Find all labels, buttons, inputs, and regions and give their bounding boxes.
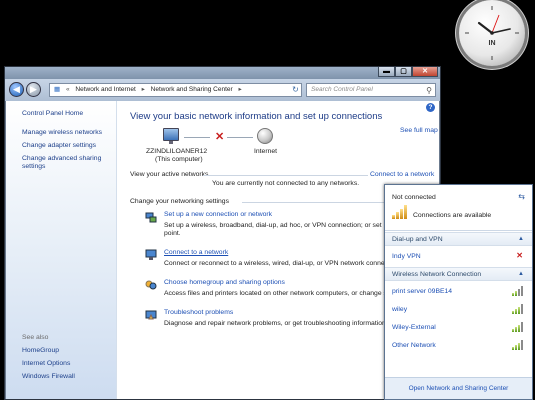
open-network-center-link[interactable]: Open Network and Sharing Center	[385, 377, 532, 399]
connect-network-icon	[145, 249, 157, 260]
task-setup-connection-link[interactable]: Set up a new connection or network	[164, 211, 272, 219]
see-full-map-link[interactable]: See full map	[400, 127, 438, 135]
breadcrumb-separator-icon: ▸	[141, 86, 145, 93]
back-button[interactable]: ◀	[9, 82, 24, 97]
forward-arrow-icon: ▶	[30, 84, 37, 94]
minimize-button[interactable]: ▬	[378, 67, 395, 77]
sidebar-item-control-panel-home[interactable]: Control Panel Home	[22, 110, 114, 118]
sidebar-item-advanced-sharing[interactable]: Change advanced sharing settings	[22, 155, 114, 171]
not-connected-message: You are currently not connected to any n…	[212, 180, 360, 187]
control-panel-icon: ▦	[54, 86, 61, 93]
vpn-item[interactable]: Indy VPN ✕	[385, 248, 532, 266]
address-bar[interactable]: ▦ « Network and Internet ▸ Network and S…	[49, 83, 302, 97]
search-icon: ⚲	[426, 86, 432, 95]
task-connect-network-link[interactable]: Connect to a network	[164, 249, 228, 257]
computer-name: ZZINDLILOANER12	[146, 148, 208, 155]
network-line	[227, 137, 253, 138]
sidebar-item-adapter-settings[interactable]: Change adapter settings	[22, 142, 114, 150]
breadcrumb-separator-icon: ▸	[238, 86, 242, 93]
disconnected-x-icon: ✕	[215, 131, 225, 143]
connection-status: Not connected	[392, 194, 436, 201]
network-flyout: Not connected ⇆ Connections are availabl…	[384, 184, 533, 400]
internet-label: Internet	[254, 148, 278, 155]
back-arrow-icon: ◀	[13, 84, 20, 94]
help-icon[interactable]: ?	[426, 103, 435, 112]
clock-mark: IN	[488, 40, 496, 47]
dialup-vpn-label: Dial-up and VPN	[392, 236, 443, 243]
available-signal-icon	[392, 205, 408, 219]
divider	[203, 175, 368, 176]
search-placeholder: Search Control Panel	[311, 86, 373, 93]
refresh-networks-icon[interactable]: ⇆	[518, 193, 525, 201]
maximize-button[interactable]: ▢	[395, 67, 412, 77]
wifi-network-item[interactable]: wiley	[385, 301, 532, 319]
see-also-label: See also	[22, 334, 49, 341]
wifi-network-item[interactable]: print server 09BE14	[385, 283, 532, 301]
breadcrumb-network-and-sharing-center[interactable]: Network and Sharing Center	[151, 86, 233, 93]
internet-globe-icon	[257, 128, 273, 144]
sidebar-item-internet-options[interactable]: Internet Options	[22, 360, 114, 368]
network-line	[184, 137, 210, 138]
wifi-network-name: wiley	[392, 306, 408, 313]
navigation-bar: ◀ ▶ ▦ « Network and Internet ▸ Network a…	[5, 79, 440, 101]
task-connect-network-desc: Connect or reconnect to a wireless, wire…	[164, 260, 399, 267]
change-settings-label: Change your networking settings	[130, 198, 229, 205]
new-connection-icon	[145, 212, 157, 223]
sidebar: Control Panel Home Manage wireless netwo…	[6, 101, 117, 399]
task-setup-connection-desc: Set up a wireless, broadband, dial-up, a…	[164, 222, 382, 229]
search-input[interactable]: Search Control Panel ⚲	[306, 83, 436, 97]
sidebar-item-homegroup[interactable]: HomeGroup	[22, 347, 114, 355]
close-button[interactable]: ✕	[412, 67, 438, 77]
wifi-signal-icon	[511, 340, 523, 350]
active-networks-label: View your active networks	[130, 171, 209, 178]
breadcrumb-separator-icon: «	[65, 86, 70, 93]
wifi-network-name: Other Network	[392, 342, 436, 349]
vpn-name: Indy VPN	[392, 253, 421, 260]
clock-gadget[interactable]: IN	[459, 0, 525, 66]
wifi-network-item[interactable]: Other Network	[385, 337, 532, 355]
computer-icon	[163, 128, 179, 141]
troubleshoot-icon	[145, 310, 157, 320]
wifi-signal-icon	[511, 304, 523, 314]
task-homegroup-desc: Access files and printers located on oth…	[164, 290, 403, 297]
forward-button[interactable]: ▶	[26, 82, 41, 97]
task-troubleshoot-desc: Diagnose and repair network problems, or…	[164, 320, 388, 327]
task-homegroup-link[interactable]: Choose homegroup and sharing options	[164, 279, 285, 287]
refresh-icon: ↻	[292, 85, 299, 94]
collapse-chevron-icon: ▲	[518, 236, 524, 242]
content-area: Control Panel Home Manage wireless netwo…	[6, 101, 439, 399]
wifi-signal-icon	[511, 322, 523, 332]
computer-stand-icon	[169, 141, 173, 144]
task-setup-connection-desc-2: point.	[164, 230, 181, 237]
title-bar[interactable]: ▬ ▢ ✕	[5, 67, 440, 79]
vpn-disconnected-icon: ✕	[516, 251, 523, 260]
task-troubleshoot-link[interactable]: Troubleshoot problems	[164, 309, 233, 317]
wifi-network-item[interactable]: Wiley-External	[385, 319, 532, 337]
page-title: View your basic network information and …	[130, 111, 383, 122]
connect-to-network-link[interactable]: Connect to a network	[370, 171, 434, 179]
wireless-section[interactable]: Wireless Network Connection ▲	[385, 267, 532, 281]
wifi-signal-icon	[511, 286, 523, 296]
clock-face	[465, 6, 519, 60]
flyout-header: Not connected ⇆ Connections are availabl…	[385, 185, 532, 231]
wifi-network-name: print server 09BE14	[392, 288, 453, 295]
collapse-chevron-icon: ▲	[518, 271, 524, 277]
network-sharing-center-window: ▬ ▢ ✕ ◀ ▶ ▦ « Network and Internet ▸ Net…	[4, 66, 441, 400]
sidebar-item-manage-wireless[interactable]: Manage wireless networks	[22, 129, 114, 137]
computer-caption: (This computer)	[155, 156, 203, 163]
sidebar-item-windows-firewall[interactable]: Windows Firewall	[22, 373, 114, 381]
breadcrumb-network-and-internet[interactable]: Network and Internet	[75, 86, 135, 93]
wifi-network-name: Wiley-External	[392, 324, 436, 331]
homegroup-icon	[145, 280, 157, 290]
refresh-button[interactable]: ↻	[289, 83, 302, 97]
wireless-section-label: Wireless Network Connection	[392, 271, 482, 278]
connections-available-text: Connections are available	[413, 212, 492, 219]
dialup-vpn-section[interactable]: Dial-up and VPN ▲	[385, 232, 532, 246]
